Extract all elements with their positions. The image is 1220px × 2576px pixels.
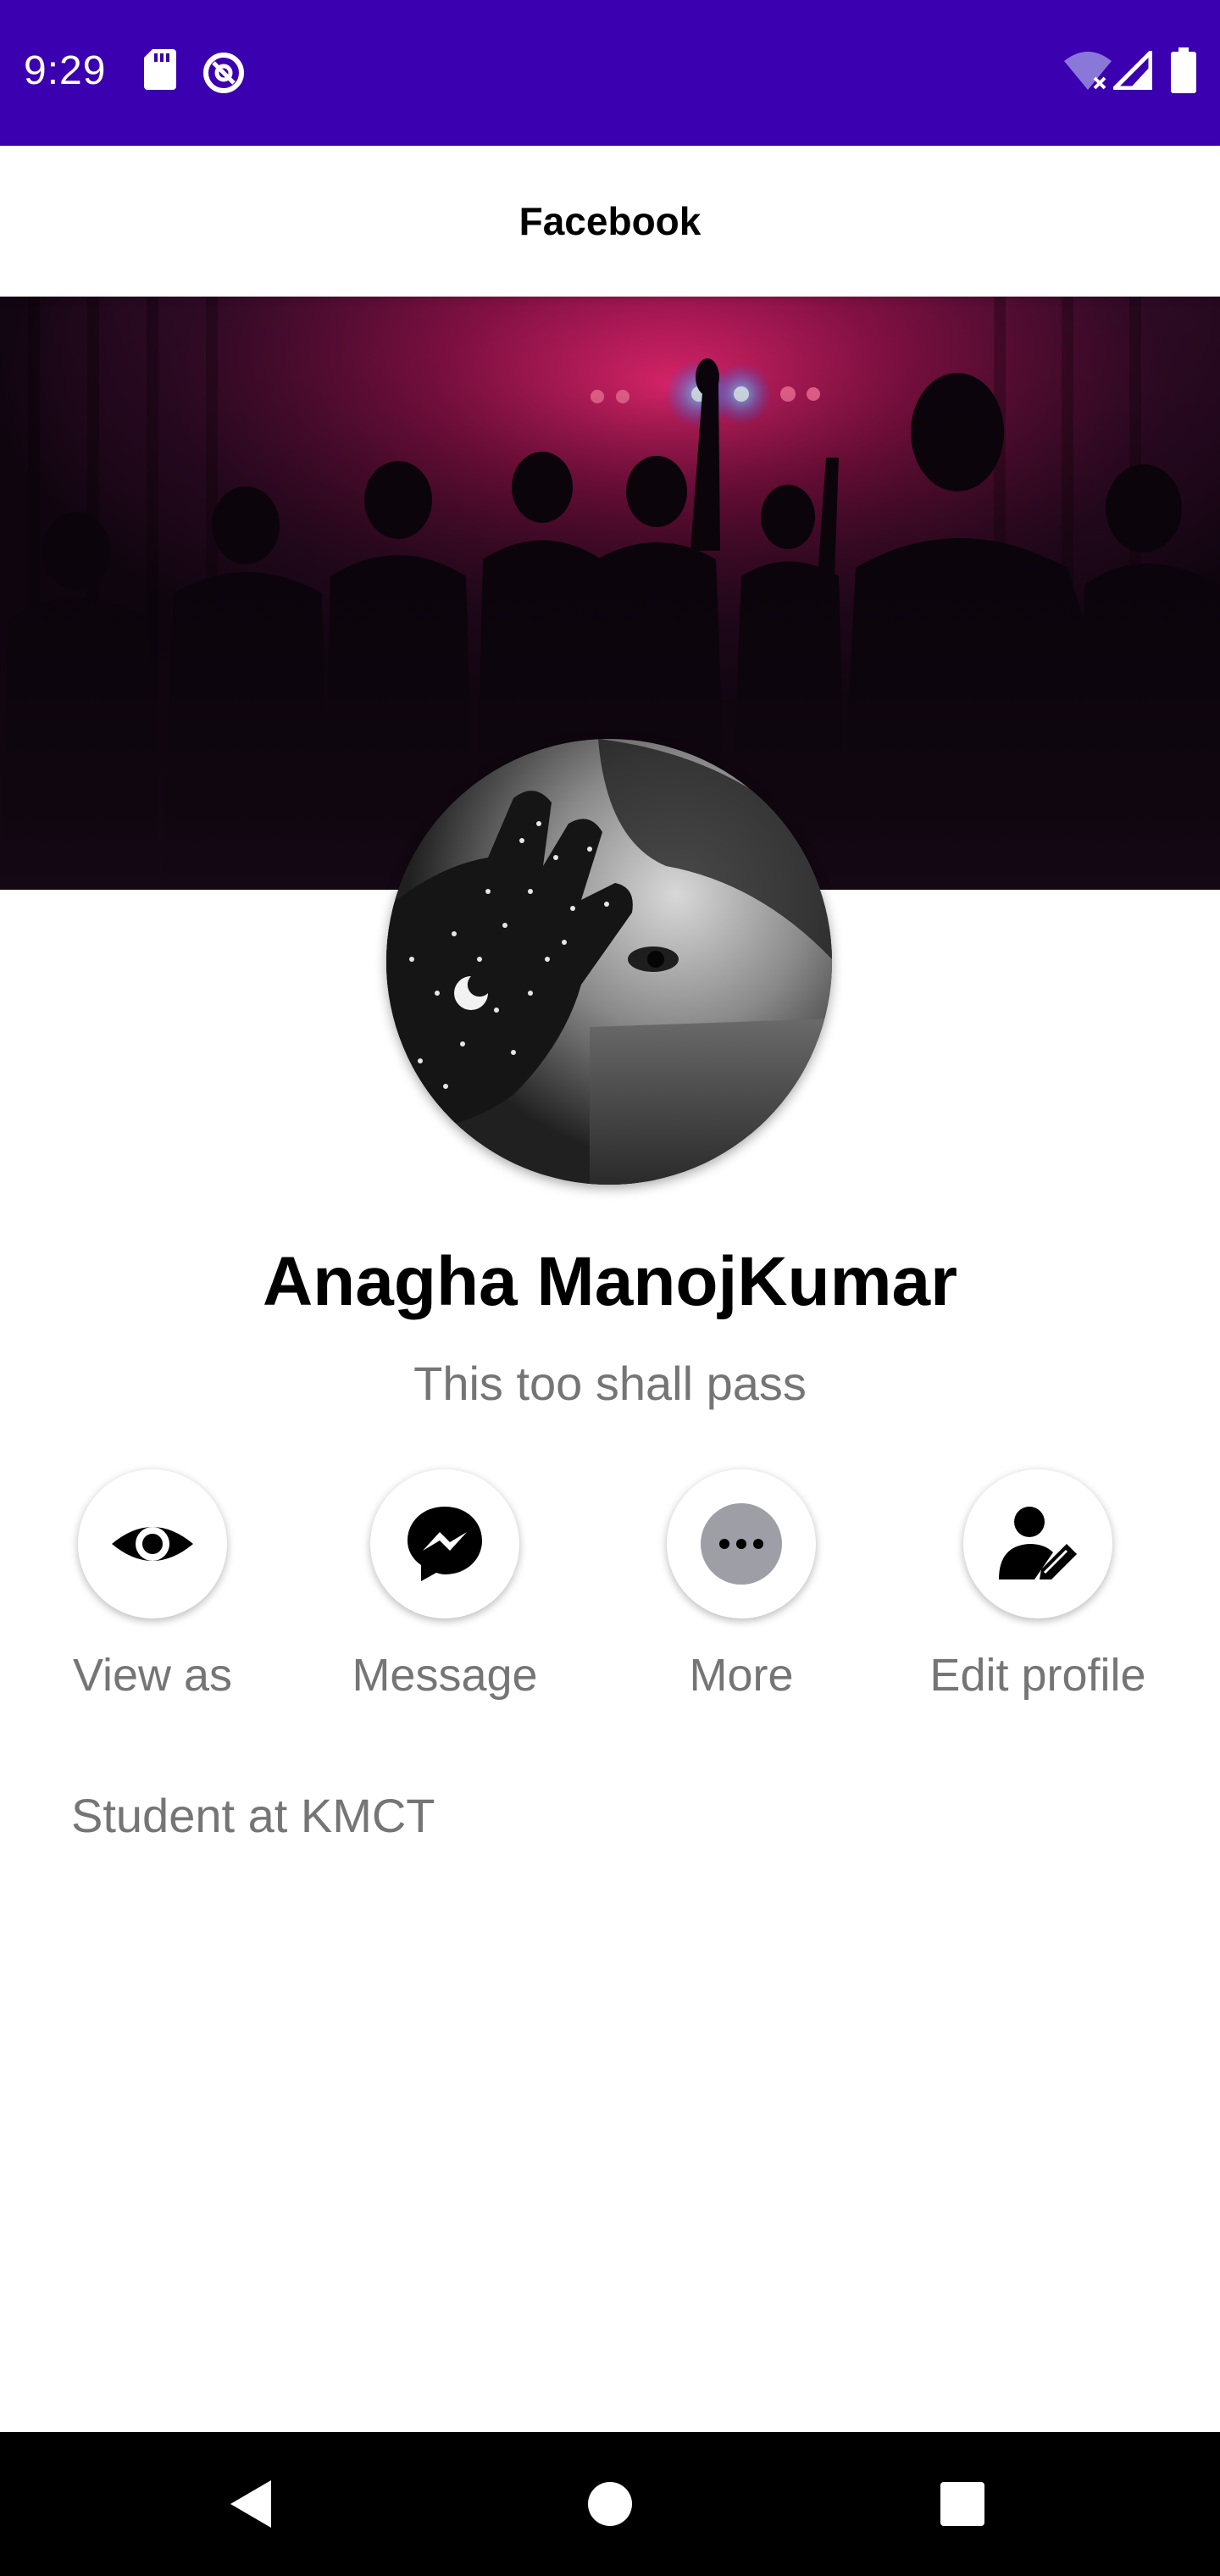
app-title: Facebook	[518, 199, 702, 243]
edit-person-icon	[999, 1507, 1077, 1579]
view-as-label: View as	[72, 1650, 233, 1701]
sd-card-icon	[144, 49, 176, 90]
wifi-off-icon	[1064, 52, 1112, 90]
status-bar: 9:29	[0, 0, 1220, 146]
avatar-photo-image	[386, 739, 832, 1185]
view-as-action: View as	[0, 1469, 305, 1724]
message-action: Message	[292, 1469, 597, 1724]
message-label: Message	[352, 1650, 538, 1701]
cell-signal-icon	[1113, 51, 1152, 90]
sync-off-icon	[203, 53, 244, 93]
battery-icon	[1171, 47, 1196, 93]
more-action: More	[589, 1469, 894, 1724]
edit-profile-action: Edit profile	[885, 1469, 1190, 1724]
view-as-button[interactable]	[78, 1469, 227, 1618]
recents-icon[interactable]	[929, 2470, 996, 2538]
home-icon[interactable]	[576, 2470, 644, 2538]
eye-icon	[112, 1527, 193, 1561]
profile-avatar[interactable]	[386, 739, 832, 1185]
status-time: 9:29	[24, 48, 107, 93]
profile-screen: 9:29 Facebook Anagha ManojKumar This too…	[0, 0, 1220, 2576]
edit-profile-label: Edit profile	[929, 1650, 1146, 1701]
message-button[interactable]	[370, 1469, 519, 1618]
more-button[interactable]	[667, 1469, 816, 1618]
more-label: More	[689, 1650, 794, 1701]
more-dots-icon	[701, 1503, 782, 1585]
app-bar: Facebook	[0, 146, 1220, 297]
messenger-icon	[408, 1507, 482, 1581]
edit-profile-button[interactable]	[963, 1469, 1112, 1618]
profile-work: Student at KMCT	[71, 1789, 435, 1842]
profile-bio: This too shall pass	[413, 1357, 807, 1410]
profile-name: Anagha ManojKumar	[262, 1243, 958, 1320]
back-icon[interactable]	[219, 2470, 286, 2538]
system-nav-bar	[0, 2432, 1220, 2576]
